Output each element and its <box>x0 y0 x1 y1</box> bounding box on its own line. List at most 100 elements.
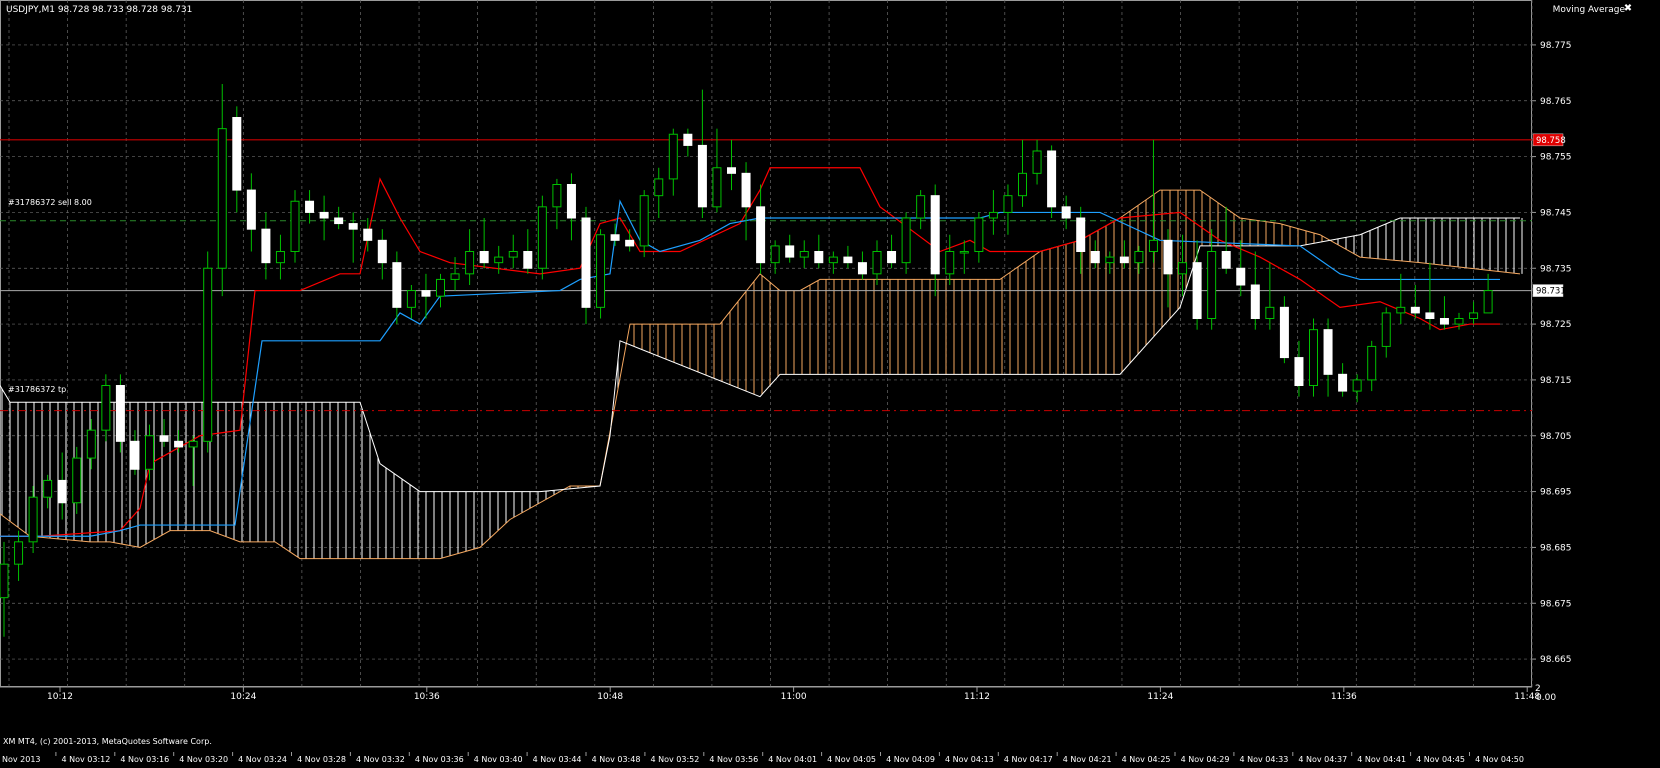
candle-bear[interactable] <box>581 206 591 325</box>
candle-bear[interactable] <box>1076 206 1086 274</box>
candle-bull[interactable] <box>203 251 213 453</box>
candle-body <box>479 251 489 264</box>
candle-bear[interactable] <box>1250 251 1260 330</box>
candle-bear[interactable] <box>1294 340 1304 397</box>
candle-bear[interactable] <box>785 234 795 263</box>
candle-bear[interactable] <box>348 212 358 263</box>
candle-bull[interactable] <box>188 435 198 486</box>
candle-bull[interactable] <box>901 212 911 274</box>
candle-bear[interactable] <box>1163 229 1173 308</box>
candle-bull[interactable] <box>290 190 300 263</box>
candle-bear[interactable] <box>1425 262 1435 330</box>
candle-bear[interactable] <box>625 229 635 252</box>
candle-bear[interactable] <box>377 229 387 280</box>
candle-bear[interactable] <box>814 234 824 269</box>
candle-bull[interactable] <box>872 240 882 285</box>
candle-bear[interactable] <box>319 195 329 241</box>
candle-bull[interactable] <box>712 128 722 213</box>
candle-bear[interactable] <box>115 374 125 453</box>
candle-bull[interactable] <box>1309 318 1318 397</box>
candle-bull[interactable] <box>1396 273 1406 325</box>
price-tick-label: 98.735 <box>1540 264 1572 274</box>
candle-bull[interactable] <box>916 190 926 230</box>
candle-bear[interactable] <box>741 162 751 241</box>
candle-bull[interactable] <box>217 84 227 297</box>
candle-bull[interactable] <box>1018 139 1027 207</box>
candle-bear[interactable] <box>610 223 620 246</box>
candle-bear[interactable] <box>1047 145 1057 218</box>
candle-bull[interactable] <box>552 178 562 230</box>
candle-bull[interactable] <box>28 486 38 553</box>
candle-bull[interactable] <box>406 285 416 319</box>
candle-bull[interactable] <box>668 128 678 196</box>
candle-bear[interactable] <box>479 218 489 269</box>
candle-bull[interactable] <box>450 257 460 291</box>
candle-bear[interactable] <box>1236 240 1246 297</box>
candle-bull[interactable] <box>1367 340 1377 392</box>
candle-bull[interactable] <box>799 240 809 269</box>
candle-body <box>1454 318 1464 325</box>
candle-bull[interactable] <box>959 240 969 274</box>
indicator-label[interactable]: Moving Average <box>1553 5 1625 15</box>
candle-bull[interactable] <box>1381 307 1391 358</box>
candle-bear[interactable] <box>1279 296 1289 364</box>
price-tick-label: 98.745 <box>1540 208 1572 218</box>
candle-bear[interactable] <box>246 173 256 252</box>
candle-bull[interactable] <box>465 229 475 285</box>
candle-bull[interactable] <box>14 530 24 581</box>
candle-bull[interactable] <box>596 229 606 319</box>
candle-bull[interactable] <box>1352 374 1362 403</box>
candle-bear[interactable] <box>57 452 67 520</box>
sell-order-label[interactable]: #31786372 sell 8.00 <box>8 198 92 207</box>
candle-bull[interactable] <box>1178 234 1188 297</box>
candle-bull[interactable] <box>275 234 285 280</box>
candle-bull[interactable] <box>1134 245 1144 274</box>
candle-bear[interactable] <box>697 89 707 218</box>
candle-bull[interactable] <box>828 251 838 274</box>
candle-bull[interactable] <box>974 212 984 263</box>
candle-body <box>57 479 67 504</box>
take-profit-label[interactable]: #31786372 tp <box>8 385 66 394</box>
candle-bear[interactable] <box>159 419 169 447</box>
candle-bull[interactable] <box>1207 229 1217 330</box>
candle-bull[interactable] <box>988 190 998 235</box>
candle-bull[interactable] <box>654 167 664 218</box>
candle-bear[interactable] <box>1439 296 1449 330</box>
candle-bull[interactable] <box>1469 301 1479 325</box>
candle-bull[interactable] <box>1032 139 1042 185</box>
price-tick-label: 98.765 <box>1540 97 1572 107</box>
candle-bull[interactable] <box>101 374 111 442</box>
candle-bull[interactable] <box>436 273 445 308</box>
chart-window[interactable]: 98.775 98.765 98.755 98.745 98.735 98.725 98.7… <box>0 0 1660 768</box>
candle-bear[interactable] <box>305 190 315 224</box>
candle-bear[interactable] <box>566 173 576 241</box>
candle-bear[interactable] <box>887 234 897 269</box>
candle-bear[interactable] <box>1221 206 1231 274</box>
candle-bear[interactable] <box>843 245 853 269</box>
price-chart-canvas[interactable]: 98.775 98.765 98.755 98.745 98.735 98.725 98.7… <box>0 0 1660 768</box>
candle-bull[interactable] <box>1148 139 1158 263</box>
candle-bull[interactable] <box>770 240 780 274</box>
candle-bull[interactable] <box>945 234 955 285</box>
candle-bear[interactable] <box>683 128 693 157</box>
close-icon[interactable]: ✖ <box>1622 3 1634 14</box>
candle-bull[interactable] <box>86 419 96 470</box>
candle-bear[interactable] <box>1338 363 1348 397</box>
candle-bull[interactable] <box>1105 251 1115 274</box>
candle-bear[interactable] <box>1323 318 1333 397</box>
candle-bear[interactable] <box>523 229 533 274</box>
candle-bear[interactable] <box>232 106 242 213</box>
candle-bull[interactable] <box>508 234 518 269</box>
candle-bull[interactable] <box>145 424 154 481</box>
candle-bear[interactable] <box>1410 285 1420 319</box>
candle-bear[interactable] <box>261 212 271 280</box>
candle-bull[interactable] <box>1265 262 1275 330</box>
candle-bull[interactable] <box>537 195 547 280</box>
candle-bear[interactable] <box>756 184 766 274</box>
candle-bull[interactable] <box>639 190 649 258</box>
date-label: 4 Nov 04:01 <box>768 755 817 764</box>
candle-bear[interactable] <box>857 251 867 280</box>
candle-bull[interactable] <box>0 541 9 637</box>
candle-bear[interactable] <box>727 139 736 191</box>
candle-bear[interactable] <box>334 206 344 230</box>
